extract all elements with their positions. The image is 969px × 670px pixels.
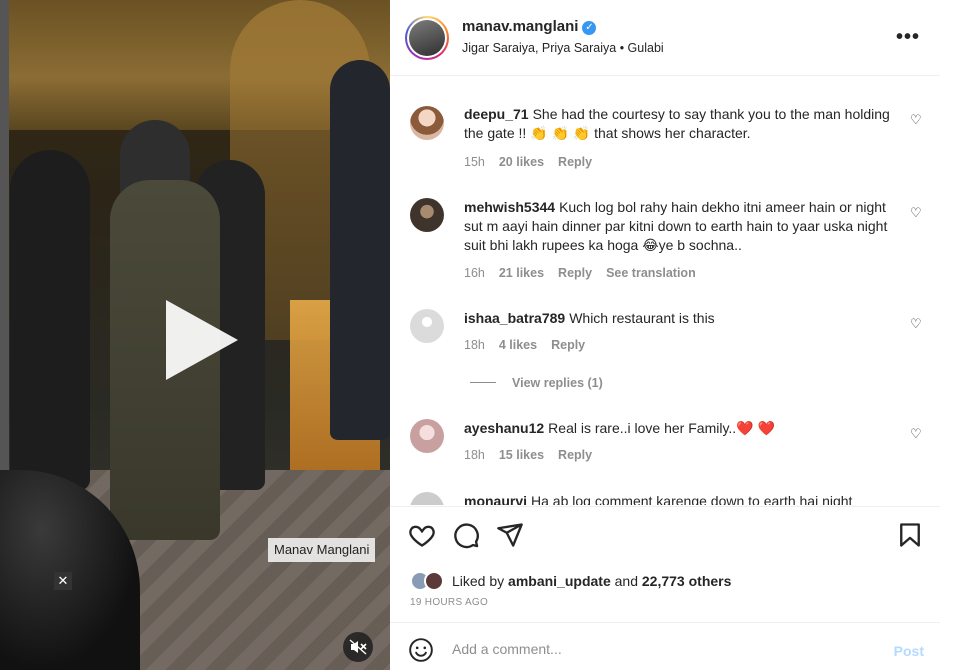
bookmark-icon[interactable] (896, 521, 924, 549)
comment-input[interactable] (452, 635, 872, 663)
comment-avatar[interactable] (410, 492, 444, 505)
comment-text-block: mehwish5344 Kuch log bol rahy hain dekho … (464, 198, 894, 255)
comment-age[interactable]: 16h (464, 266, 485, 280)
liked-by-user[interactable]: ambani_update (508, 573, 611, 589)
liked-by-prefix: Liked by (452, 573, 505, 589)
comment-username[interactable]: ishaa_batra789 (464, 310, 565, 326)
comment-bubble-icon[interactable] (452, 521, 480, 549)
comment-text-block: ayeshanu12 Real is rare..i love her Famil… (464, 419, 894, 438)
video-player[interactable]: Manav Manglani ✕ (0, 0, 390, 670)
comment-avatar[interactable] (410, 419, 444, 453)
comment-text-block: ishaa_batra789 Which restaurant is this (464, 309, 894, 328)
comment-likes[interactable]: 15 likes (499, 448, 544, 462)
comment-like-heart-icon[interactable]: ♡ (910, 112, 922, 128)
video-person (10, 150, 90, 490)
reply-button[interactable]: Reply (551, 338, 585, 352)
liker-avatars[interactable] (410, 571, 446, 591)
page-margin (940, 0, 969, 670)
comment-avatar[interactable] (410, 309, 444, 343)
comment-age[interactable]: 15h (464, 155, 485, 169)
comment-age[interactable]: 18h (464, 448, 485, 462)
reply-button[interactable]: Reply (558, 155, 592, 169)
replies-divider (470, 382, 496, 383)
liked-by-and: and (614, 573, 638, 589)
heart-icon[interactable] (408, 521, 436, 549)
comment-text: Ha ab log comment karenge down to earth … (531, 493, 853, 505)
comment-avatar[interactable] (410, 106, 444, 140)
add-comment-bar: Post (390, 622, 940, 670)
comment-text: Which restaurant is this (569, 310, 715, 326)
likes-summary: Liked by ambani_update and 22,773 others (410, 571, 731, 591)
comment-username[interactable]: mehwish5344 (464, 199, 555, 215)
comment-username[interactable]: ayeshanu12 (464, 420, 544, 436)
comment-meta: 18h 4 likes Reply (464, 338, 599, 352)
comment-meta: 16h 21 likes Reply See translation (464, 266, 710, 280)
avatar[interactable] (405, 16, 449, 60)
verified-badge-icon: ✓ (582, 21, 597, 35)
comment-like-heart-icon[interactable]: ♡ (910, 316, 922, 332)
author-username[interactable]: manav.manglani (462, 18, 578, 35)
comment-text-block: deepu_71 She had the courtesy to say than… (464, 105, 894, 143)
comment-likes[interactable]: 4 likes (499, 338, 537, 352)
send-paper-plane-icon[interactable] (496, 521, 524, 549)
likes-others-count[interactable]: 22,773 others (642, 573, 732, 589)
comment-text: Real is rare..i love her Family..❤️ ❤️ (548, 420, 775, 436)
see-translation-link[interactable]: See translation (606, 266, 696, 280)
post-panel: manav.manglani ✓ Jigar Saraiya, Priya Sar… (390, 0, 940, 670)
view-replies-label[interactable]: View replies (1) (512, 376, 603, 390)
comment-username[interactable]: deepu_71 (464, 106, 529, 122)
post-actions: Liked by ambani_update and 22,773 others… (390, 506, 940, 621)
comment-meta: 15h 20 likes Reply (464, 155, 606, 169)
post-header: manav.manglani ✓ Jigar Saraiya, Priya Sar… (390, 0, 940, 76)
comment-username[interactable]: monaurvi (464, 493, 527, 505)
comment-age[interactable]: 18h (464, 338, 485, 352)
comment-like-heart-icon[interactable]: ♡ (910, 205, 922, 221)
more-horizontal-icon[interactable]: ••• (896, 26, 920, 49)
reply-button[interactable]: Reply (558, 448, 592, 462)
author-row: manav.manglani ✓ (462, 18, 597, 35)
audio-credit[interactable]: Jigar Saraiya, Priya Saraiya • Gulabi (462, 41, 664, 55)
comment-avatar[interactable] (410, 198, 444, 232)
comments-list[interactable]: deepu_71 She had the courtesy to say than… (390, 77, 940, 505)
view-replies-button[interactable]: View replies (1) (470, 376, 603, 390)
comment-likes[interactable]: 20 likes (499, 155, 544, 169)
reply-button[interactable]: Reply (558, 266, 592, 280)
post-timestamp[interactable]: 19 HOURS AGO (410, 597, 488, 608)
smiley-face-icon[interactable] (408, 637, 434, 663)
muted-speaker-icon[interactable] (343, 632, 373, 662)
video-watermark: Manav Manglani (268, 538, 376, 562)
comment-meta: 18h 15 likes Reply (464, 448, 606, 462)
close-icon[interactable]: ✕ (54, 572, 72, 590)
post-button[interactable]: Post (894, 643, 924, 659)
video-person (330, 60, 390, 440)
comment-likes[interactable]: 21 likes (499, 266, 544, 280)
play-icon[interactable] (166, 300, 238, 380)
comment-like-heart-icon[interactable]: ♡ (910, 426, 922, 442)
comment-text-block: monaurvi Ha ab log comment karenge down t… (464, 492, 894, 505)
